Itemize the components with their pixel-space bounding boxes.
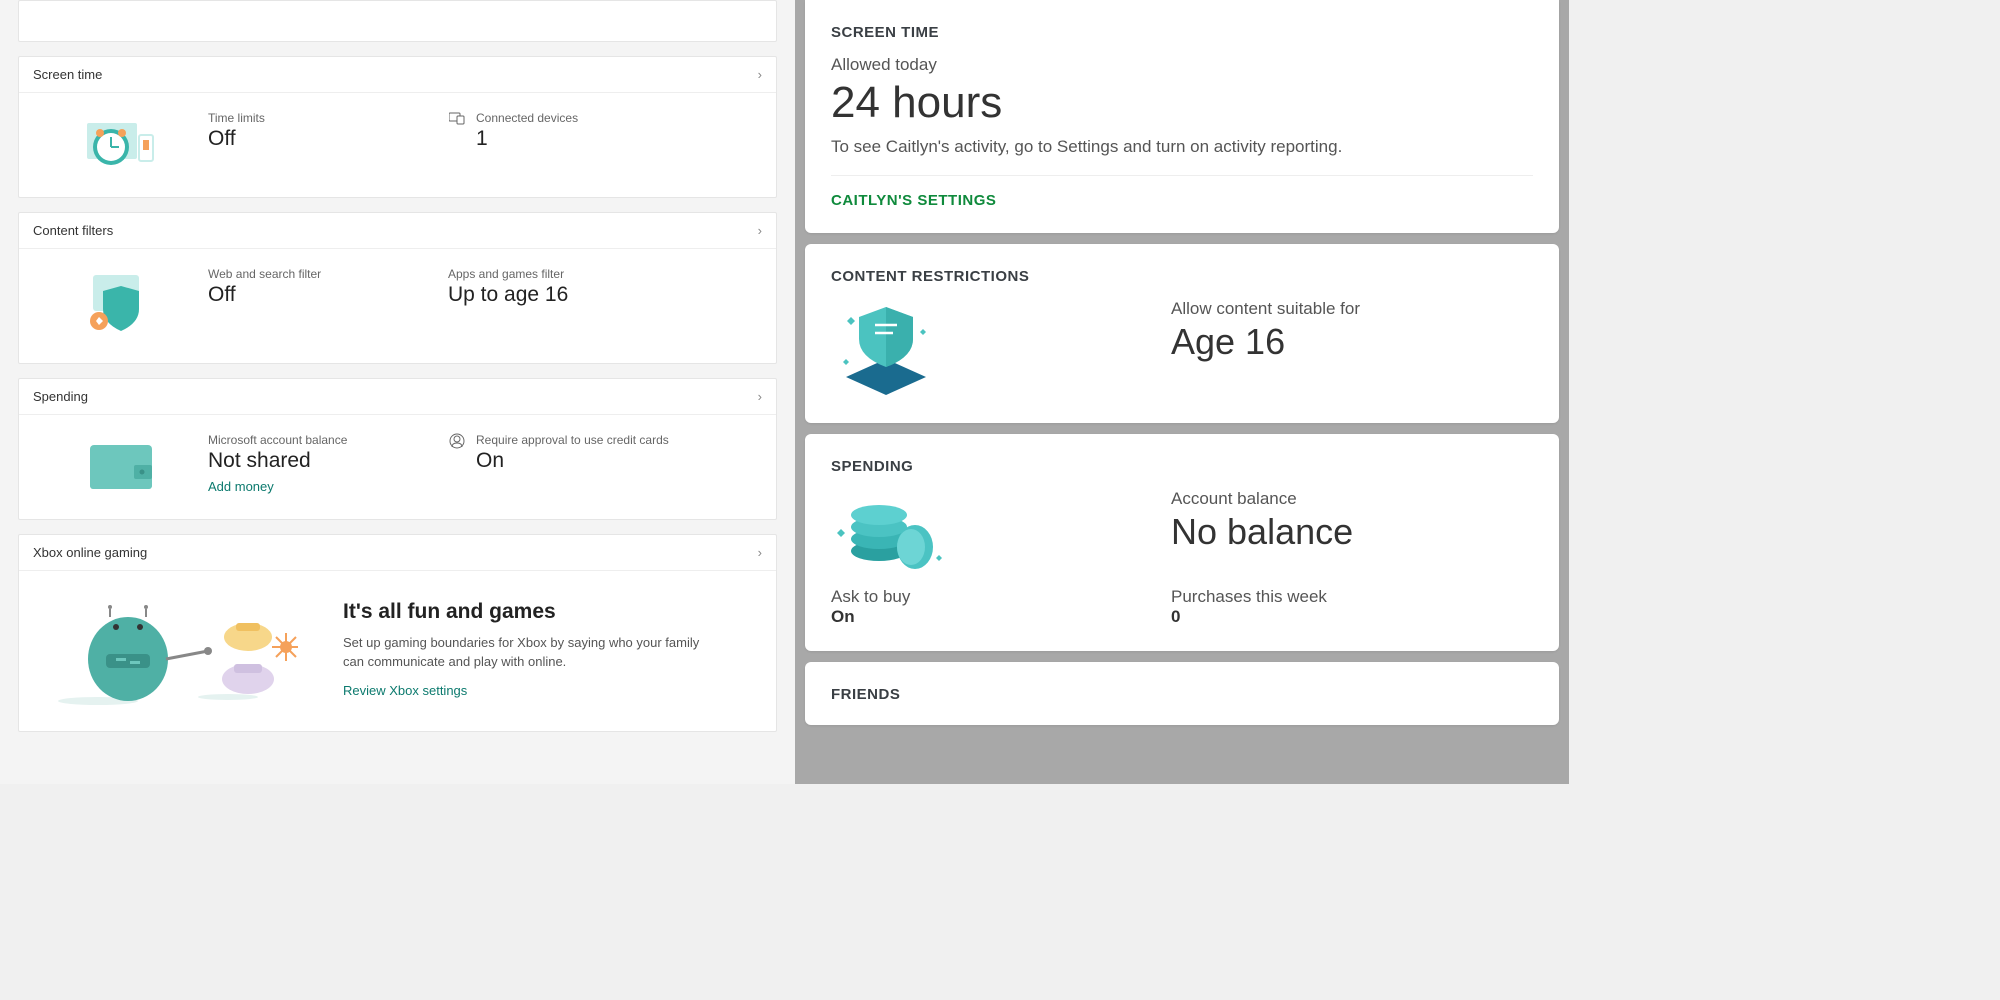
add-money-link[interactable]: Add money <box>208 479 408 494</box>
allow-content-value: Age 16 <box>1171 321 1533 363</box>
r-content-title: CONTENT RESTRICTIONS <box>831 268 1533 285</box>
content-filters-title: Content filters <box>33 223 113 238</box>
screen-time-header[interactable]: Screen time › <box>19 57 776 93</box>
approval-value: On <box>476 449 669 473</box>
devices-icon <box>448 111 466 125</box>
r-friends-card: FRIENDS <box>805 662 1559 725</box>
web-filter-label: Web and search filter <box>208 267 408 281</box>
xbox-headline: It's all fun and games <box>343 600 762 624</box>
content-filters-card: Content filters › Web and search filter … <box>18 212 777 364</box>
apps-filter-value: Up to age 16 <box>448 283 568 307</box>
balance-label: Microsoft account balance <box>208 433 408 447</box>
devices-value: 1 <box>476 127 578 151</box>
chevron-right-icon: › <box>758 67 762 82</box>
purchases-value: 0 <box>1171 607 1533 627</box>
top-empty-card <box>18 0 777 42</box>
r-spending-card: SPENDING Ask to buy On Account ba <box>805 434 1559 651</box>
time-limits-value: Off <box>208 127 408 151</box>
allowed-today-value: 24 hours <box>831 79 1533 127</box>
chevron-right-icon: › <box>758 223 762 238</box>
chevron-right-icon: › <box>758 389 762 404</box>
content-filters-header[interactable]: Content filters › <box>19 213 776 249</box>
caitlyns-settings-link[interactable]: CAITLYN'S SETTINGS <box>831 175 1533 209</box>
screen-time-card: Screen time › Time limits <box>18 56 777 198</box>
screen-time-title: Screen time <box>33 67 102 82</box>
account-balance-label: Account balance <box>1171 489 1533 509</box>
spending-title: Spending <box>33 389 88 404</box>
review-xbox-link[interactable]: Review Xbox settings <box>343 683 762 698</box>
shield-diamond-icon <box>831 299 1171 399</box>
allowed-today-label: Allowed today <box>831 55 1533 75</box>
r-content-card: CONTENT RESTRICTIONS Allow content suita… <box>805 244 1559 423</box>
approval-icon <box>448 433 466 449</box>
web-filter-value: Off <box>208 283 408 307</box>
time-limits-label: Time limits <box>208 111 408 125</box>
clock-icon <box>33 111 208 175</box>
spending-card: Spending › Microsoft account balance Not… <box>18 378 777 520</box>
shield-icon <box>33 267 208 341</box>
xbox-desc: Set up gaming boundaries for Xbox by say… <box>343 634 723 670</box>
r-spending-title: SPENDING <box>831 458 1533 475</box>
ask-to-buy-label: Ask to buy <box>831 587 910 607</box>
purchases-label: Purchases this week <box>1171 587 1533 607</box>
xbox-card: Xbox online gaming › <box>18 534 777 732</box>
coins-icon: Ask to buy On <box>831 489 1171 627</box>
spending-header[interactable]: Spending › <box>19 379 776 415</box>
allow-content-label: Allow content suitable for <box>1171 299 1533 319</box>
wallet-icon <box>33 433 208 497</box>
balance-value: Not shared <box>208 449 408 473</box>
chevron-right-icon: › <box>758 545 762 560</box>
family-settings-panel: Screen time › Time limits <box>0 0 795 784</box>
account-balance-value: No balance <box>1171 511 1533 553</box>
activity-reporting-desc: To see Caitlyn's activity, go to Setting… <box>831 137 1533 157</box>
xbox-title: Xbox online gaming <box>33 545 147 560</box>
approval-label: Require approval to use credit cards <box>476 433 669 447</box>
r-friends-title: FRIENDS <box>831 686 1533 703</box>
r-screen-time-card: SCREEN TIME Allowed today 24 hours To se… <box>805 0 1559 233</box>
r-screen-time-title: SCREEN TIME <box>831 24 1533 41</box>
ask-to-buy-value: On <box>831 607 910 627</box>
xbox-family-panel: SCREEN TIME Allowed today 24 hours To se… <box>795 0 1569 784</box>
devices-label: Connected devices <box>476 111 578 125</box>
apps-filter-label: Apps and games filter <box>448 267 568 281</box>
xbox-header[interactable]: Xbox online gaming › <box>19 535 776 571</box>
robot-gaming-icon <box>33 589 313 709</box>
